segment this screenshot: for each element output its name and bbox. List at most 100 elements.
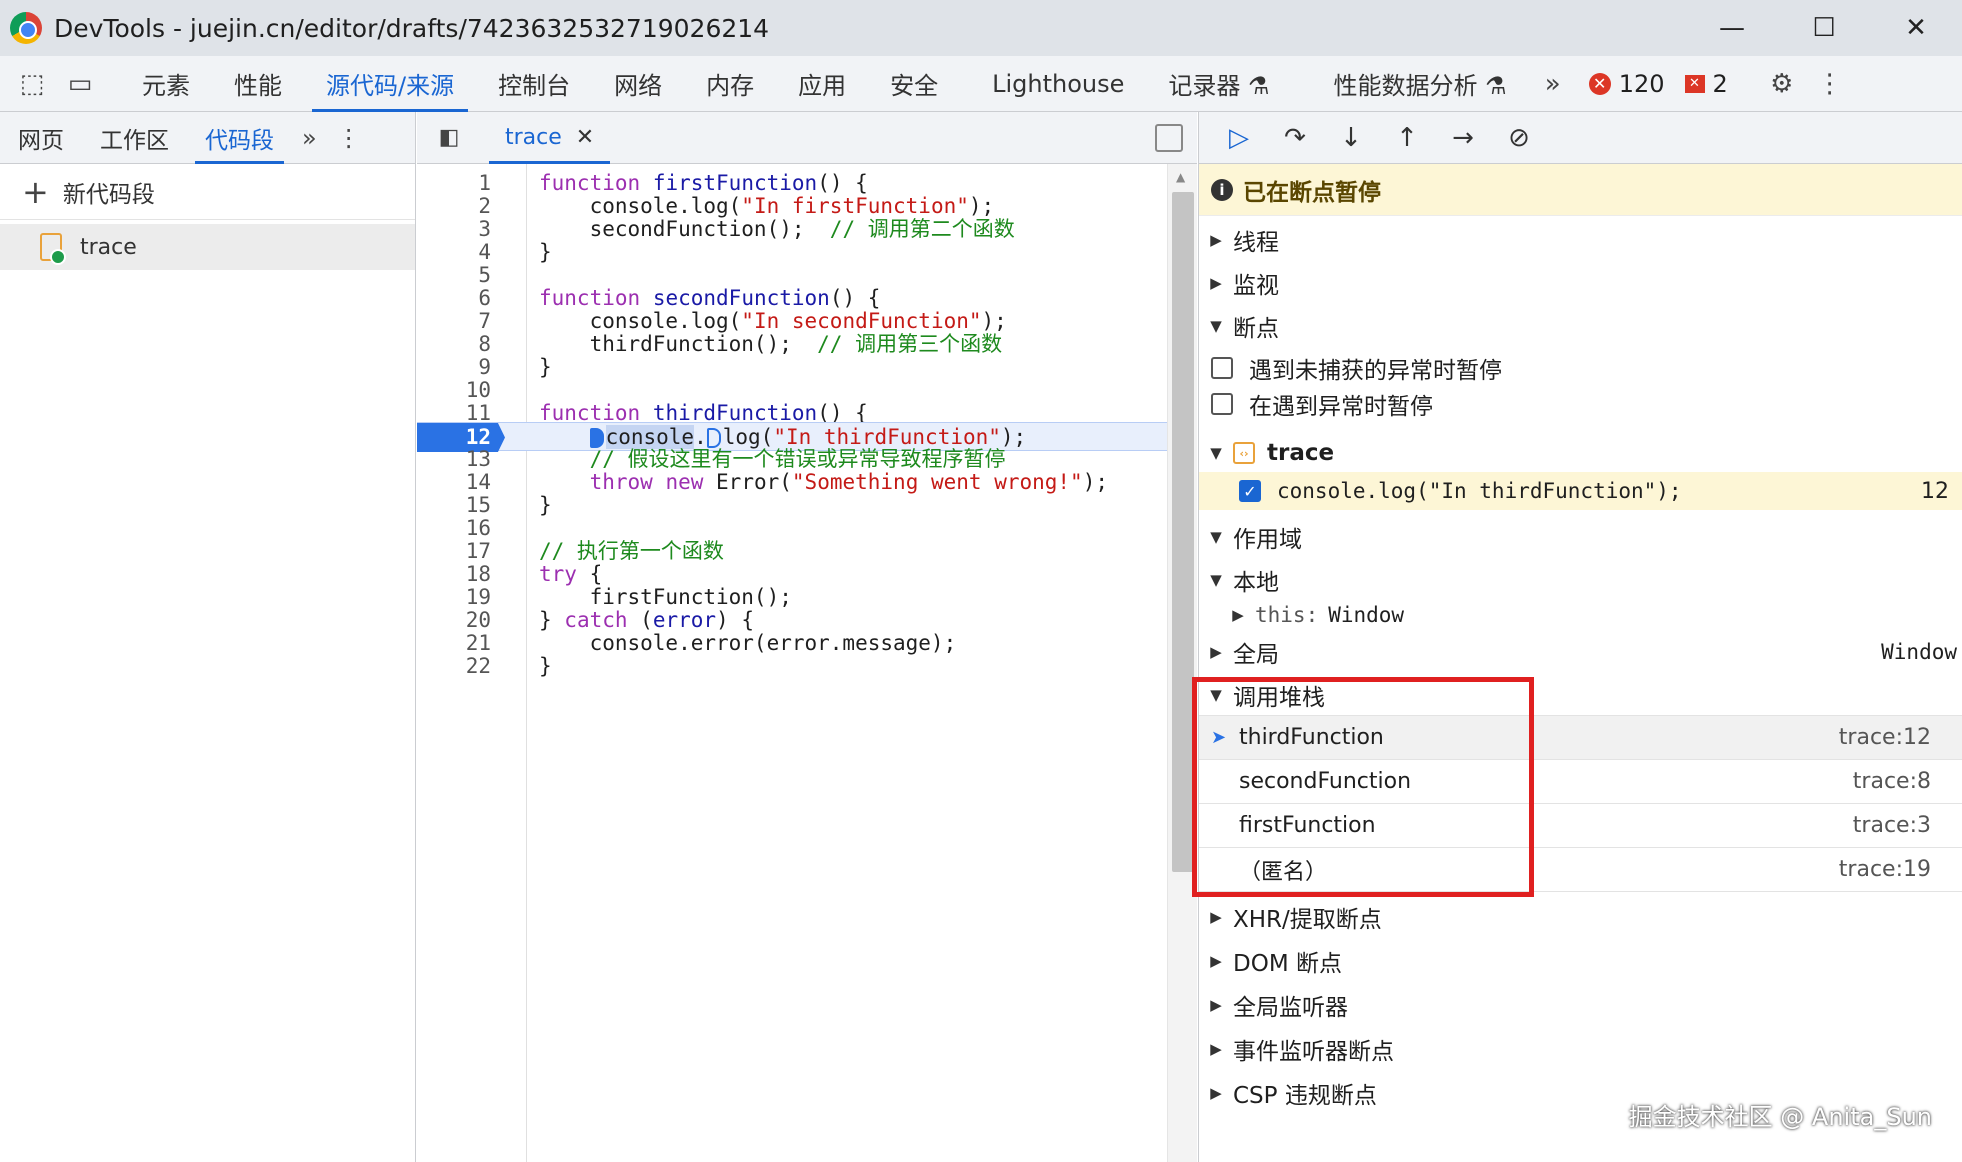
close-tab-icon[interactable]: ✕ <box>576 125 594 150</box>
more-tabs-icon[interactable]: » <box>292 112 327 164</box>
deactivate-breakpoints-icon[interactable]: ⊘ <box>1491 112 1547 164</box>
breakpoint-file-trace[interactable]: ▼ ‹› trace <box>1199 434 1962 472</box>
pause-caught-checkbox[interactable] <box>1211 393 1233 415</box>
call-frame[interactable]: firstFunction trace:3 <box>1199 804 1962 848</box>
navigator-pane: 网页 工作区 代码段 » ⋮ + 新代码段 trace <box>0 112 416 1162</box>
code-line[interactable]: 22} <box>417 652 1167 681</box>
tab-sources[interactable]: 源代码/来源 <box>304 56 476 112</box>
device-toolbar-icon[interactable]: ▭ <box>56 56 104 112</box>
frame-location[interactable]: trace:19 <box>1839 857 1931 882</box>
debugger-toolbar: ▷ ↷ ↓ ↑ → ⊘ <box>1199 112 1962 164</box>
new-snippet-button[interactable]: + 新代码段 <box>0 164 415 220</box>
step-over-icon[interactable]: ↷ <box>1267 112 1323 164</box>
step-out-icon[interactable]: ↑ <box>1379 112 1435 164</box>
scroll-up-icon[interactable]: ▲ <box>1176 170 1185 184</box>
call-frame[interactable]: ➤ thirdFunction trace:12 <box>1199 716 1962 760</box>
debugger-pane: ▷ ↷ ↓ ↑ → ⊘ i 已在断点暂停 ▶ 线程 ▶ 监视 ▼ 断点 遇到未捕获的异… <box>1198 112 1962 1162</box>
tab-lighthouse[interactable]: Lighthouse <box>970 56 1146 112</box>
settings-gear-icon[interactable]: ⚙ <box>1758 56 1806 112</box>
frame-name: secondFunction <box>1239 769 1412 794</box>
line-code: } <box>539 654 552 678</box>
section-watch[interactable]: ▶ 监视 <box>1199 262 1962 304</box>
tab-console[interactable]: 控制台 <box>476 56 592 112</box>
pause-uncaught-option[interactable]: 遇到未捕获的异常时暂停 <box>1199 350 1962 386</box>
warning-count-badge[interactable]: ✕ 2 <box>1684 70 1728 98</box>
tab-memory[interactable]: 内存 <box>684 56 776 112</box>
global-value: Window <box>1881 640 1957 664</box>
navigator-tabs: 网页 工作区 代码段 » ⋮ <box>0 112 415 164</box>
code-editor[interactable]: 1 function firstFunction() { 2 console.lo… <box>417 164 1197 1162</box>
frame-location[interactable]: trace:12 <box>1839 725 1931 750</box>
tab-recorder[interactable]: 记录器 ⚗ <box>1146 56 1291 112</box>
frame-location[interactable]: trace:3 <box>1853 813 1931 838</box>
more-tabs-icon[interactable]: » <box>1529 56 1577 112</box>
section-title: 线程 <box>1233 230 1279 256</box>
scroll-thumb[interactable] <box>1172 192 1194 872</box>
error-icon: ✕ <box>1588 72 1611 95</box>
navigator-menu-icon[interactable]: ⋮ <box>327 112 371 164</box>
tab-elements[interactable]: 元素 <box>120 56 212 112</box>
step-icon[interactable]: → <box>1435 112 1491 164</box>
frame-location[interactable]: trace:8 <box>1853 769 1931 794</box>
scope-this-entry[interactable]: ▶ this: Window <box>1199 598 1962 632</box>
editor-scrollbar[interactable]: ▲ <box>1167 164 1197 1162</box>
paused-text: 已在断点暂停 <box>1243 179 1381 206</box>
section-breakpoints[interactable]: ▼ 断点 <box>1199 305 1962 347</box>
step-into-icon[interactable]: ↓ <box>1323 112 1379 164</box>
breakpoint-checkbox[interactable]: ✓ <box>1239 480 1261 502</box>
tab-security[interactable]: 安全 <box>868 56 960 112</box>
editor-tab-trace[interactable]: trace ✕ <box>489 112 611 164</box>
snippet-name: trace <box>80 234 137 260</box>
collapse-icon: ▼ <box>1210 317 1222 335</box>
line-number[interactable]: 22 <box>417 652 491 681</box>
scope-title: 全局 <box>1233 642 1279 668</box>
pause-uncaught-checkbox[interactable] <box>1211 357 1233 379</box>
section-title: 调用堆栈 <box>1233 684 1325 711</box>
plus-icon: + <box>22 172 49 211</box>
toggle-navigator-icon[interactable]: ◧ <box>417 112 481 164</box>
section-title: DOM 断点 <box>1233 951 1342 977</box>
expand-icon: ▶ <box>1210 996 1222 1014</box>
toggle-debugger-icon[interactable] <box>1155 124 1183 152</box>
pause-caught-option[interactable]: 在遇到异常时暂停 <box>1199 386 1962 422</box>
title-bar: DevTools - juejin.cn/editor/drafts/74236… <box>0 0 1962 56</box>
snippet-item-trace[interactable]: trace <box>0 224 415 270</box>
tab-snippets[interactable]: 代码段 <box>187 112 292 164</box>
close-window-button[interactable]: ✕ <box>1870 0 1962 56</box>
scope-global[interactable]: ▶ 全局 Window <box>1199 634 1962 670</box>
section-xhr-breakpoints[interactable]: ▶ XHR/提取断点 <box>1199 896 1962 938</box>
expand-icon: ▶ <box>1210 231 1222 249</box>
call-frame[interactable]: secondFunction trace:8 <box>1199 760 1962 804</box>
inspect-element-icon[interactable]: ⬚ <box>8 56 56 112</box>
section-dom-breakpoints[interactable]: ▶ DOM 断点 <box>1199 940 1962 982</box>
minimize-button[interactable]: — <box>1686 0 1778 56</box>
more-options-icon[interactable]: ⋮ <box>1806 56 1854 112</box>
paused-banner: i 已在断点暂停 <box>1199 164 1962 216</box>
tab-performance-insights[interactable]: 性能数据分析 ⚗ <box>1312 56 1529 112</box>
expand-icon: ▶ <box>1210 274 1222 292</box>
section-global-listeners[interactable]: ▶ 全局监听器 <box>1199 984 1962 1026</box>
section-title: CSP 违规断点 <box>1233 1083 1377 1109</box>
tab-network[interactable]: 网络 <box>592 56 684 112</box>
call-frame[interactable]: （匿名） trace:19 <box>1199 848 1962 892</box>
window-controls: — ☐ ✕ <box>1686 0 1962 56</box>
tab-application[interactable]: 应用 <box>776 56 868 112</box>
section-call-stack[interactable]: ▼ 调用堆栈 <box>1199 674 1962 716</box>
scope-local[interactable]: ▼ 本地 <box>1199 562 1962 598</box>
error-count-badge[interactable]: ✕ 120 <box>1588 70 1665 98</box>
section-scope[interactable]: ▼ 作用域 <box>1199 516 1962 558</box>
collapse-icon: ▼ <box>1210 571 1222 589</box>
breakpoint-item[interactable]: ✓ console.log("In thirdFunction"); 12 <box>1199 472 1962 510</box>
resume-icon[interactable]: ▷ <box>1211 112 1267 164</box>
devtools-main-tabs: ⬚ ▭ 元素 性能 源代码/来源 控制台 网络 内存 应用 安全 Lightho… <box>0 56 1962 112</box>
tab-page[interactable]: 网页 <box>0 112 82 164</box>
line-number[interactable]: 12 <box>417 423 491 452</box>
tab-performance[interactable]: 性能 <box>212 56 304 112</box>
maximize-button[interactable]: ☐ <box>1778 0 1870 56</box>
section-threads[interactable]: ▶ 线程 <box>1199 219 1962 261</box>
section-event-listener-breakpoints[interactable]: ▶ 事件监听器断点 <box>1199 1028 1962 1070</box>
tab-workspace[interactable]: 工作区 <box>82 112 187 164</box>
frame-name: thirdFunction <box>1239 725 1384 750</box>
info-icon: i <box>1211 178 1233 201</box>
section-title: 作用域 <box>1233 527 1302 553</box>
